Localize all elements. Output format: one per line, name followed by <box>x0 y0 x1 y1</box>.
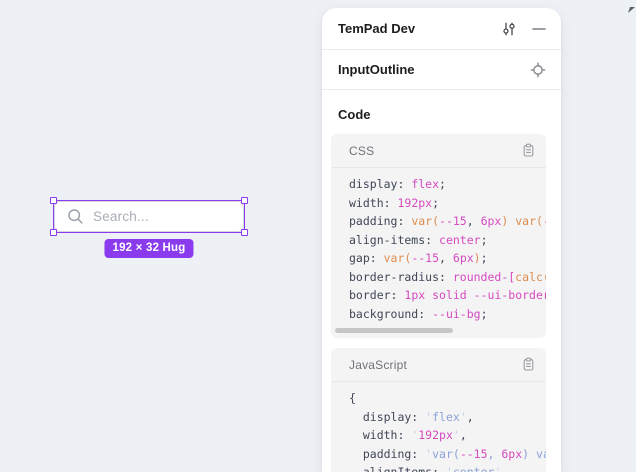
selection-handle-top-right[interactable] <box>241 197 248 204</box>
code-line: alignItems: 'center', <box>349 463 546 472</box>
css-block-header: CSS <box>331 134 546 168</box>
dimensions-badge: 192 × 32 Hug <box>104 239 193 258</box>
code-line: display: flex; <box>349 175 546 194</box>
cursor-fragment <box>628 0 635 18</box>
code-line: align-items: center; <box>349 231 546 250</box>
js-code-lines[interactable]: { display: 'flex', width: '192px', paddi… <box>331 382 546 472</box>
minimize-icon[interactable] <box>532 22 546 36</box>
css-block-label: CSS <box>349 144 374 158</box>
css-code-block: CSS display: flex;width: 192px;padding: … <box>331 134 546 338</box>
code-line: width: '192px', <box>349 426 546 445</box>
js-block-label: JavaScript <box>349 358 407 372</box>
search-input[interactable]: Search... <box>54 201 244 232</box>
selection-handle-bottom-left[interactable] <box>50 229 57 236</box>
component-name: InputOutline <box>338 62 415 77</box>
code-line: background: --ui-bg; <box>349 305 546 324</box>
css-code-lines[interactable]: display: flex;width: 192px;padding: var(… <box>331 168 546 323</box>
preferences-sliders-icon[interactable] <box>501 21 517 37</box>
js-block-header: JavaScript <box>331 348 546 382</box>
code-line: border: 1px solid --ui-border- <box>349 286 546 305</box>
selection-handle-top-left[interactable] <box>50 197 57 204</box>
search-icon <box>67 208 84 225</box>
selection-handle-bottom-right[interactable] <box>241 229 248 236</box>
selected-search-input[interactable]: Search... <box>54 201 244 232</box>
code-line: { <box>349 389 546 408</box>
copy-clipboard-icon[interactable] <box>521 357 536 372</box>
code-line: display: 'flex', <box>349 408 546 427</box>
search-placeholder: Search... <box>93 209 149 224</box>
copy-clipboard-icon[interactable] <box>521 143 536 158</box>
locate-crosshair-icon[interactable] <box>530 62 546 78</box>
panel-header: TemPad Dev <box>322 8 561 50</box>
horizontal-scrollbar[interactable] <box>335 328 453 333</box>
selected-component-row: InputOutline <box>322 50 561 90</box>
panel-title: TemPad Dev <box>338 21 415 36</box>
tempad-dev-panel: TemPad Dev InputOutline <box>322 8 561 472</box>
code-line: width: 192px; <box>349 194 546 213</box>
js-code-block: JavaScript { display: 'flex', width: '19… <box>331 348 546 472</box>
code-line: padding: 'var(--15, 6px) var <box>349 445 546 464</box>
code-section-title: Code <box>338 107 371 122</box>
code-line: border-radius: rounded-[calc(var( <box>349 268 546 287</box>
code-line: padding: var(--15, 6px) var(-- <box>349 212 546 231</box>
code-line: gap: var(--15, 6px); <box>349 249 546 268</box>
